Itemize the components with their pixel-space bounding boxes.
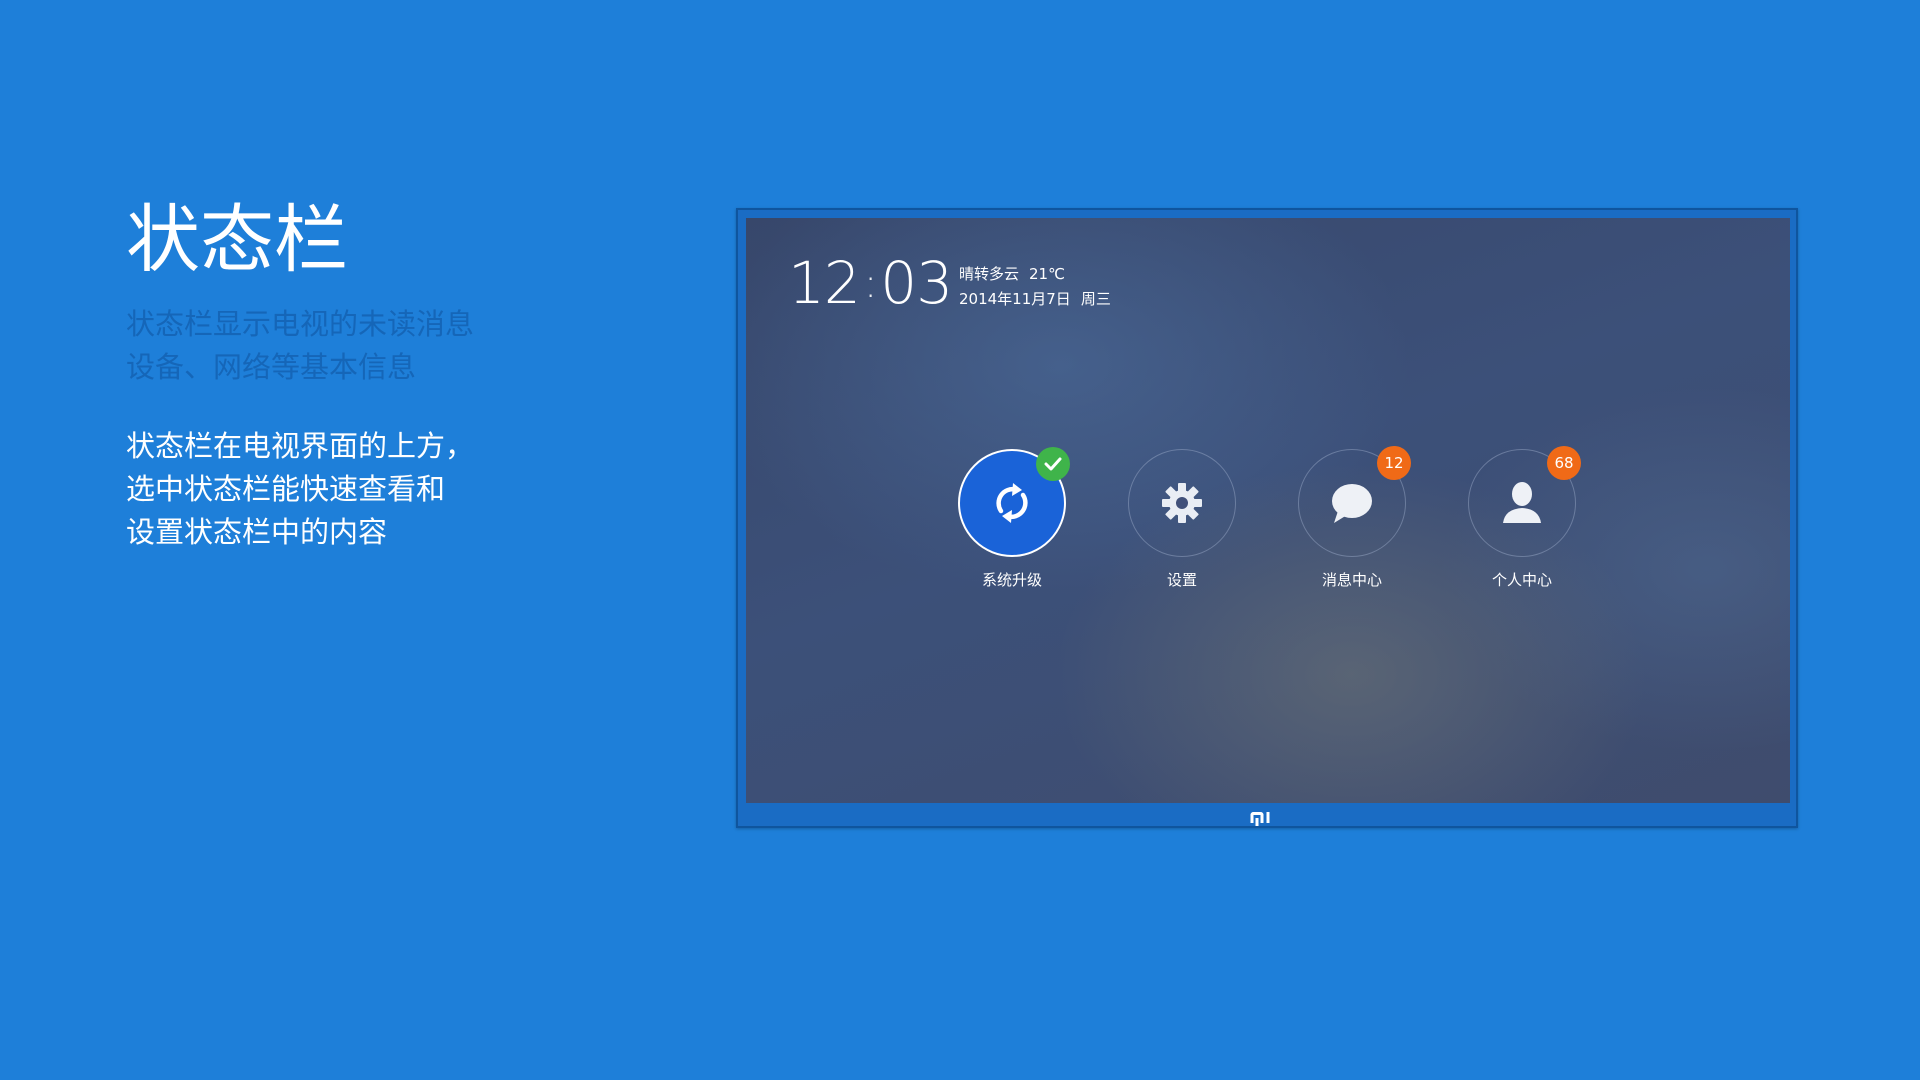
- description-line: 状态栏在电视界面的上方，: [126, 429, 475, 463]
- message-center-circle[interactable]: 12: [1298, 446, 1411, 557]
- personal-center-button[interactable]: 68 个人中心: [1467, 446, 1581, 590]
- check-icon: [1044, 457, 1062, 471]
- weather-text: 晴转多云: [959, 265, 1020, 283]
- personal-center-circle[interactable]: 68: [1468, 446, 1581, 557]
- message-count-badge: 12: [1377, 446, 1411, 480]
- message-center-button[interactable]: 12 消息中心: [1297, 446, 1411, 590]
- subtitle: 状态栏显示电视的未读消息 设备、网络等基本信息: [126, 303, 646, 389]
- system-update-label: 系统升级: [981, 571, 1042, 589]
- personal-center-label: 个人中心: [1491, 571, 1552, 589]
- date: 2014年11月7日: [959, 290, 1071, 308]
- message-center-label: 消息中心: [1321, 571, 1382, 589]
- description-line: 设置状态栏中的内容: [126, 515, 388, 549]
- description: 状态栏在电视界面的上方， 选中状态栏能快速查看和 设置状态栏中的内容: [126, 425, 646, 554]
- clock: 12:03: [788, 249, 953, 317]
- page-title: 状态栏: [126, 197, 348, 283]
- weather-info: 晴转多云 21℃ 2014年11月7日 周三: [959, 262, 1111, 312]
- intro-panel: 状态栏 状态栏显示电视的未读消息 设备、网络等基本信息 状态栏在电视界面的上方，…: [126, 195, 646, 554]
- description-line: 选中状态栏能快速查看和: [126, 472, 446, 506]
- update-ok-badge: [1036, 447, 1070, 481]
- personal-count-badge: 68: [1547, 446, 1581, 480]
- settings-circle[interactable]: [1128, 449, 1236, 557]
- system-update-circle[interactable]: [958, 447, 1070, 557]
- temperature: 21℃: [1029, 265, 1065, 283]
- user-icon: [1503, 482, 1541, 523]
- clock-minute: 03: [880, 249, 953, 317]
- weekday: 周三: [1080, 290, 1111, 308]
- mi-logo-i: [1266, 812, 1270, 823]
- settings-button[interactable]: 设置: [1127, 449, 1237, 590]
- weather-row: 晴转多云 21℃: [959, 262, 1111, 287]
- mi-logo-m: [1250, 812, 1264, 826]
- chat-bubble-icon: [1332, 484, 1372, 523]
- clock-hour: 12: [788, 249, 861, 317]
- mi-logo: [1250, 811, 1270, 826]
- clock-separator: :: [863, 261, 878, 307]
- gear-icon: [1162, 483, 1202, 523]
- subtitle-line: 设备、网络等基本信息: [126, 350, 417, 384]
- date-row: 2014年11月7日 周三: [959, 287, 1111, 312]
- tv-screen: 12:03 晴转多云 21℃ 2014年11月7日 周三 系统升级 设置 12…: [746, 218, 1790, 803]
- subtitle-line: 状态栏显示电视的未读消息: [126, 307, 475, 341]
- settings-label: 设置: [1166, 571, 1197, 589]
- refresh-icon: [996, 483, 1028, 523]
- system-update-button[interactable]: 系统升级: [957, 447, 1070, 590]
- tv-frame: 12:03 晴转多云 21℃ 2014年11月7日 周三 系统升级 设置 12…: [736, 208, 1798, 828]
